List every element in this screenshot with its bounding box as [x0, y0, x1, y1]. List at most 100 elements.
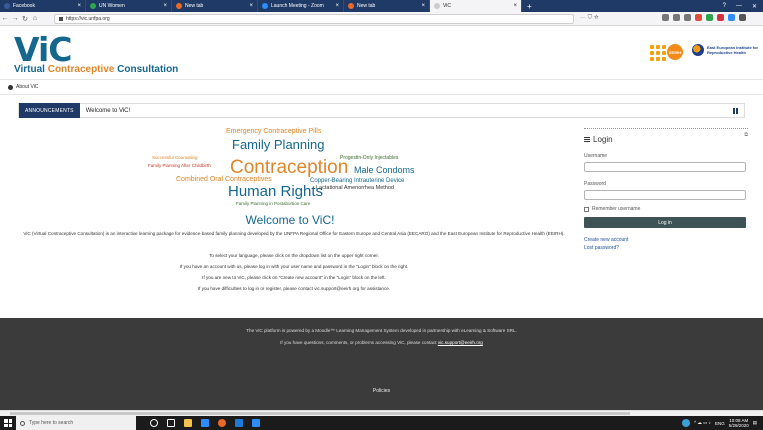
- info-icon: [8, 84, 13, 90]
- cortana-icon[interactable]: [150, 419, 158, 427]
- window-controls: ? — ✕: [723, 0, 763, 12]
- welcome-title: Welcome to ViC!: [245, 213, 335, 227]
- login-title-text: Login: [593, 135, 613, 144]
- footer-powered-by: The ViC platform is powered by a Moodle™…: [246, 328, 517, 333]
- cloud-word: Contraception: [230, 157, 349, 178]
- cloud-word: Family Planning After Childbirth: [148, 163, 211, 168]
- partner-logo[interactable]: East European Institute for Reproductive…: [692, 44, 759, 56]
- task-view-icon[interactable]: [167, 419, 175, 427]
- pause-icon[interactable]: [733, 107, 738, 114]
- scrollbar-thumb[interactable]: [10, 412, 630, 415]
- close-icon[interactable]: ×: [421, 3, 425, 9]
- extension-icon[interactable]: [717, 14, 724, 21]
- file-explorer-icon[interactable]: [184, 419, 192, 427]
- footer-contact: If you have questions, comments, or prob…: [0, 340, 763, 345]
- username-input[interactable]: [584, 162, 746, 172]
- browser-tab[interactable]: Launch Meeting - Zoom ×: [258, 0, 344, 12]
- browser-tab-active[interactable]: ViC ×: [430, 0, 522, 12]
- subtitle-highlight: Contraceptive: [47, 64, 115, 75]
- tab-label: New tab: [357, 3, 376, 9]
- unfpa-logo-icon[interactable]: [650, 45, 666, 61]
- site-subtitle: Virtual Contraceptive Consultation: [14, 64, 178, 75]
- close-icon[interactable]: ×: [77, 3, 81, 9]
- remember-username[interactable]: Remember username: [584, 206, 748, 212]
- breadcrumb-about[interactable]: About ViC: [16, 84, 38, 90]
- browser-tab[interactable]: New tab ×: [172, 0, 258, 12]
- firefox-icon: [348, 3, 354, 9]
- page-actions[interactable]: ··· ⛉ ☆: [580, 15, 599, 22]
- address-bar[interactable]: https://vic.unfpa.org: [54, 14, 574, 24]
- reader-icon[interactable]: [684, 14, 691, 21]
- close-window-icon[interactable]: ✕: [752, 3, 757, 10]
- clock[interactable]: 10:08 AM 5/29/2020: [729, 418, 749, 428]
- block-divider: [584, 128, 748, 129]
- login-button[interactable]: Log in: [584, 217, 746, 228]
- browser-tab[interactable]: UN Women ×: [86, 0, 172, 12]
- language-indicator[interactable]: ENG: [715, 421, 725, 426]
- eeirh-logo-icon: [692, 44, 704, 56]
- taskbar-search-input[interactable]: Type here to search: [16, 416, 136, 430]
- site-footer: The ViC platform is powered by a Moodle™…: [0, 318, 763, 410]
- create-account-link[interactable]: Create new account: [584, 237, 748, 243]
- taskbar-apps: [150, 419, 260, 427]
- search-icon: [20, 420, 25, 426]
- avatar-icon[interactable]: [682, 419, 691, 427]
- facebook-icon: [4, 3, 10, 9]
- announcement-text: Welcome to ViC!: [85, 107, 131, 114]
- library-icon[interactable]: [662, 14, 669, 21]
- menu-icon[interactable]: [739, 14, 746, 21]
- home-icon[interactable]: ⌂: [30, 15, 40, 22]
- cloud-word: Emergency Contraceptive Pills: [226, 128, 322, 135]
- browser-tab[interactable]: Facebook ×: [0, 0, 86, 12]
- cloud-word: Family Planning: [232, 137, 325, 152]
- help-icon[interactable]: ?: [723, 3, 726, 9]
- support-instruction: If you have difficulties to log in or re…: [197, 286, 391, 291]
- new-tab-button[interactable]: +: [522, 0, 537, 12]
- minimize-icon[interactable]: —: [736, 3, 742, 9]
- back-icon[interactable]: ←: [0, 15, 10, 22]
- browser-tab[interactable]: New tab ×: [344, 0, 430, 12]
- mail-icon[interactable]: [235, 419, 243, 427]
- password-input[interactable]: [584, 190, 746, 200]
- tray-icons[interactable]: ^ ☁ ▭ ♪: [694, 420, 711, 426]
- language-instruction: To select your language, please click on…: [209, 253, 379, 258]
- dock-icon[interactable]: ⧉: [744, 132, 748, 138]
- cloud-word: Family Planning in Postabortion Care: [236, 201, 311, 206]
- notification-icon[interactable]: ▤: [753, 420, 757, 426]
- cloud-word: Successful Counseling: [152, 155, 198, 160]
- windows-start-icon[interactable]: [4, 419, 12, 427]
- tab-label: New tab: [185, 3, 204, 9]
- zoom-icon[interactable]: [252, 419, 260, 427]
- extension-icon[interactable]: [695, 14, 702, 21]
- reload-icon[interactable]: ↻: [20, 15, 30, 23]
- close-icon[interactable]: ×: [249, 3, 253, 9]
- sidebar-icon[interactable]: [673, 14, 680, 21]
- tab-label: ViC: [443, 3, 451, 9]
- subtitle-prefix: Virtual: [14, 64, 48, 75]
- menu-icon: [584, 137, 590, 142]
- remember-checkbox[interactable]: [584, 206, 589, 212]
- eeirh-badge[interactable]: EEIRH: [667, 44, 683, 60]
- clock-date: 5/29/2020: [728, 423, 749, 428]
- zoom-icon: [262, 3, 268, 9]
- support-email-link[interactable]: vic.support@eeirh.org: [438, 340, 483, 345]
- close-icon[interactable]: ×: [163, 3, 167, 9]
- store-icon[interactable]: [201, 419, 209, 427]
- close-icon[interactable]: ×: [335, 3, 339, 9]
- close-icon[interactable]: ×: [513, 3, 517, 9]
- partner-name: East European Institute for Reproductive…: [707, 45, 759, 55]
- extension-icon[interactable]: [706, 14, 713, 21]
- topic-word-cloud: Emergency Contraceptive Pills Family Pla…: [140, 128, 450, 212]
- policies-link[interactable]: Policies: [0, 388, 763, 394]
- forward-icon[interactable]: →: [10, 15, 20, 22]
- windows-taskbar: Type here to search ^ ☁ ▭ ♪ ENG 10:08 AM…: [0, 416, 763, 430]
- firefox-icon[interactable]: [218, 419, 226, 427]
- site-header: ViC Virtual Contraceptive Consultation E…: [0, 26, 763, 80]
- login-title: Login: [584, 135, 748, 144]
- breadcrumb: About ViC: [0, 80, 763, 95]
- cloud-word: Copper-Bearing Intrauterine Device: [310, 178, 405, 184]
- lost-password-link[interactable]: Lost password?: [584, 245, 748, 251]
- extension-icon[interactable]: [728, 14, 735, 21]
- toolbar-icons: [662, 14, 746, 21]
- url-text: https://vic.unfpa.org: [66, 16, 110, 22]
